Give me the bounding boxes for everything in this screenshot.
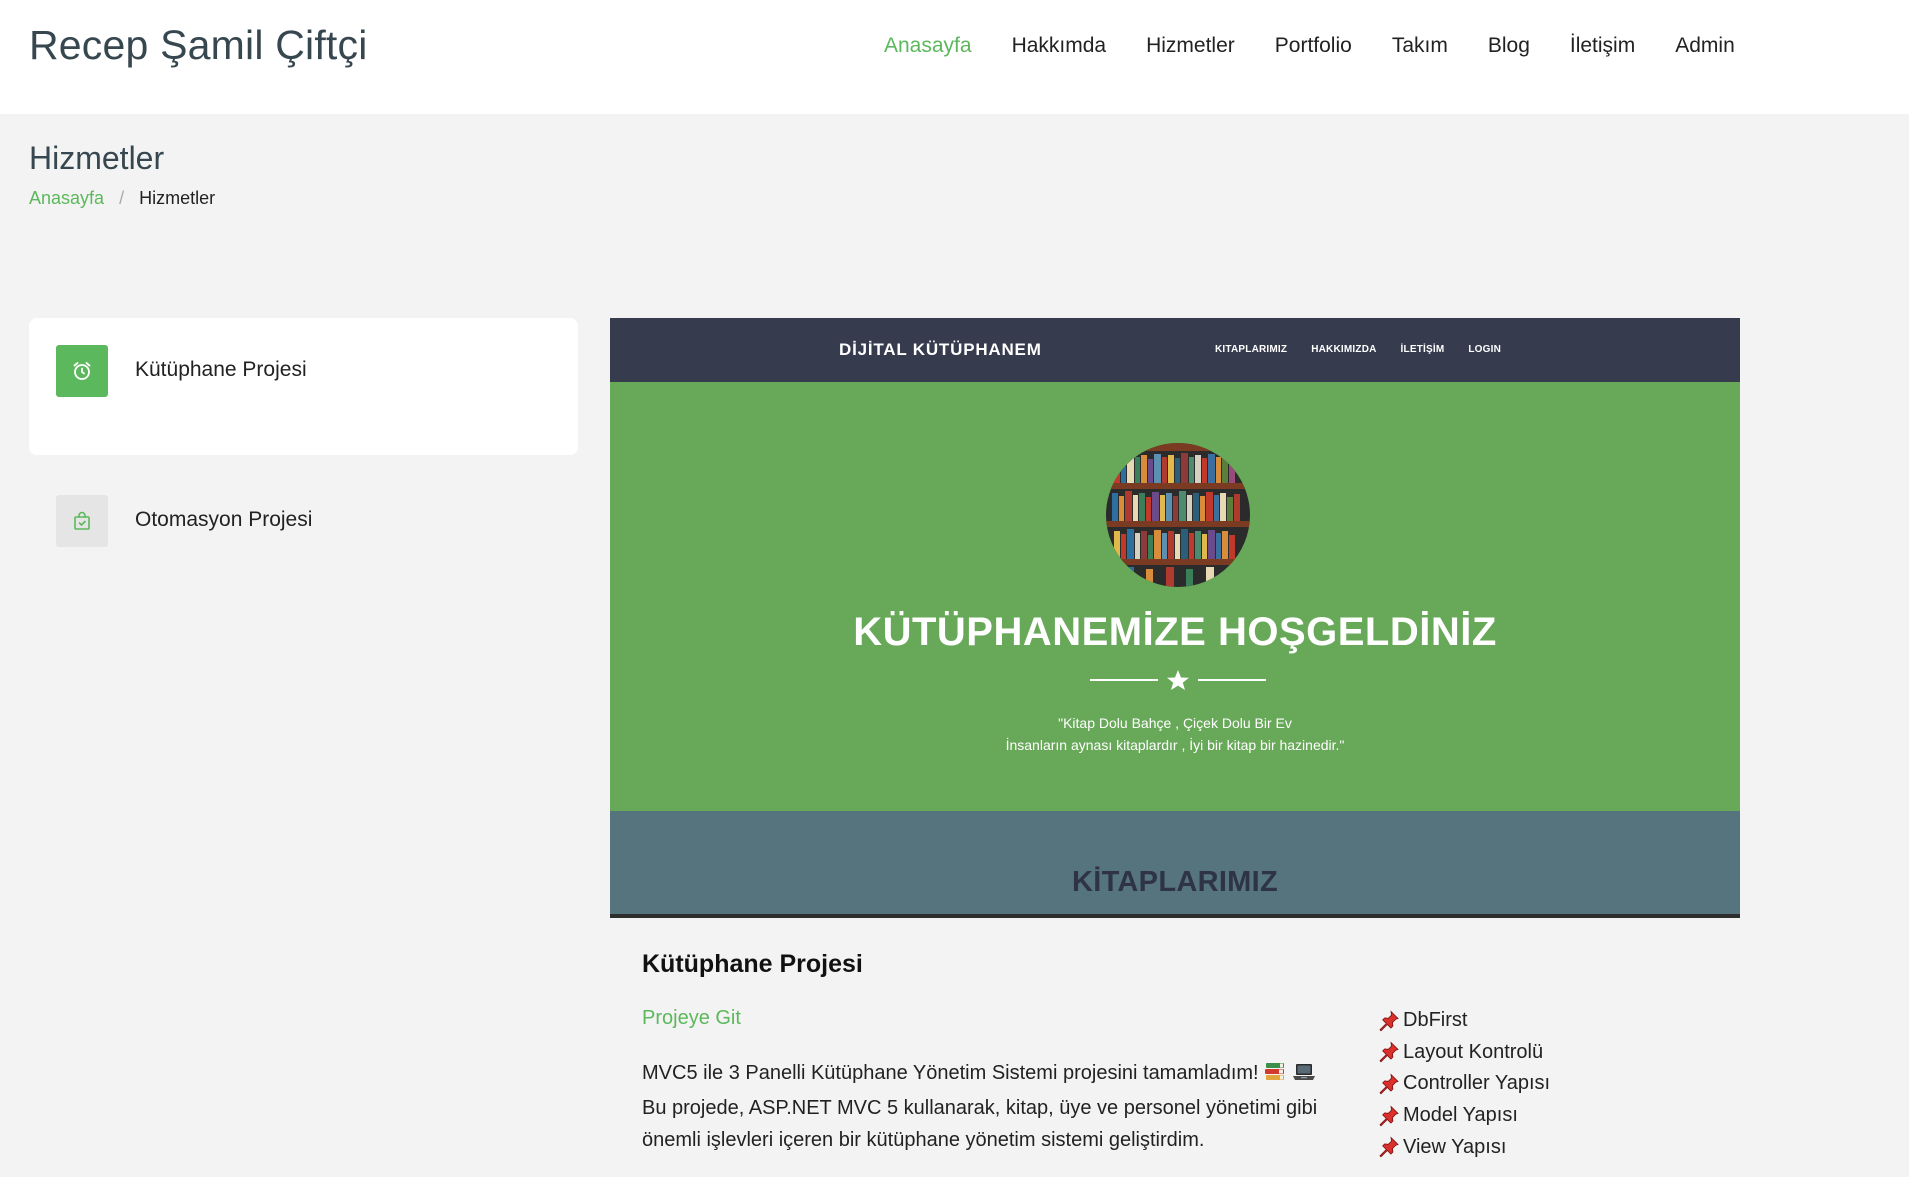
feature-label: View Yapısı [1403, 1135, 1507, 1158]
feature-item: View Yapısı [1375, 1131, 1550, 1163]
nav-item-takim[interactable]: Takım [1392, 34, 1448, 58]
breadcrumb-home-link[interactable]: Anasayfa [29, 188, 104, 209]
preview-quote-line: İnsanların aynası kitaplardır , İyi bir … [1005, 737, 1345, 753]
pushpin-icon [1379, 1073, 1399, 1095]
preview-menu-item: İLETİŞİM [1400, 344, 1445, 355]
feature-item: Model Yapısı [1375, 1100, 1550, 1132]
project-description-text: MVC5 ile 3 Panelli Kütüphane Yönetim Sis… [642, 1062, 1259, 1084]
preview-hero-title: KÜTÜPHANEMİZE HOŞGELDİNİZ [853, 610, 1497, 654]
laptop-icon [1292, 1060, 1316, 1092]
pushpin-icon [1379, 1104, 1399, 1126]
site-brand[interactable]: Recep Şamil Çiftçi [29, 22, 368, 69]
project-screenshot: DİJİTAL KÜTÜPHANEM KITAPLARIMIZ HAKKIMIZ… [610, 318, 1740, 918]
service-tab-kutuphane[interactable]: Kütüphane Projesi [29, 318, 578, 455]
main-nav: Anasayfa Hakkımda Hizmetler Portfolio Ta… [884, 34, 1735, 58]
bookshelf-image [1106, 443, 1250, 587]
pushpin-icon [1379, 1010, 1399, 1032]
service-tab-otomasyon[interactable]: Otomasyon Projesi [29, 468, 578, 605]
nav-item-admin[interactable]: Admin [1675, 34, 1735, 58]
pushpin-icon [1379, 1041, 1399, 1063]
site-header: Recep Şamil Çiftçi Anasayfa Hakkımda Hiz… [0, 0, 1909, 114]
pushpin-icon [1379, 1136, 1399, 1158]
preview-bottom-edge [610, 914, 1740, 918]
breadcrumb: Anasayfa / Hizmetler [29, 188, 215, 209]
star-divider-icon [1090, 670, 1266, 690]
preview-brand: DİJİTAL KÜTÜPHANEM [839, 340, 1042, 359]
feature-item: DbFirst [1375, 1005, 1550, 1037]
project-description-text: Bu projede, ASP.NET MVC 5 kullanarak, ki… [642, 1097, 1318, 1151]
preview-menu-item: LOGIN [1468, 344, 1502, 355]
feature-label: Controller Yapısı [1403, 1072, 1551, 1095]
nav-item-iletisim[interactable]: İletişim [1570, 34, 1635, 58]
feature-label: Model Yapısı [1403, 1104, 1518, 1127]
nav-item-hizmetler[interactable]: Hizmetler [1146, 34, 1235, 58]
page-title: Hizmetler [29, 140, 165, 176]
preview-menu-item: KITAPLARIMIZ [1215, 344, 1288, 355]
feature-item: Layout Kontrolü [1375, 1037, 1550, 1069]
project-title: Kütüphane Projesi [642, 950, 863, 978]
feature-label: DbFirst [1403, 1009, 1468, 1032]
service-tab-label: Kütüphane Projesi [135, 358, 307, 381]
breadcrumb-separator: / [119, 188, 125, 208]
preview-quote-line: "Kitap Dolu Bahçe , Çiçek Dolu Bir Ev [1058, 715, 1292, 731]
preview-menu-item: HAKKIMIZDA [1311, 344, 1377, 355]
project-description: MVC5 ile 3 Panelli Kütüphane Yönetim Sis… [642, 1057, 1342, 1156]
preview-quote: "Kitap Dolu Bahçe , Çiçek Dolu Bir Ev İn… [610, 712, 1740, 756]
breadcrumb-current: Hizmetler [139, 188, 216, 208]
preview-section-title: KİTAPLARIMIZ [1071, 866, 1279, 898]
alarm-clock-icon [56, 345, 108, 397]
shopping-bag-check-icon [56, 495, 108, 547]
preview-navbar: DİJİTAL KÜTÜPHANEM KITAPLARIMIZ HAKKIMIZ… [610, 318, 1740, 382]
nav-item-blog[interactable]: Blog [1488, 34, 1530, 58]
nav-item-anasayfa[interactable]: Anasayfa [884, 34, 972, 58]
feature-list: DbFirst Layout Kontrolü Controller Yapıs… [1375, 1005, 1550, 1163]
preview-menu: KITAPLARIMIZ HAKKIMIZDA İLETİŞİM LOGIN [1215, 344, 1525, 355]
service-tab-label: Otomasyon Projesi [135, 508, 313, 531]
preview-books-section: KİTAPLARIMIZ [610, 811, 1740, 918]
preview-hero: KÜTÜPHANEMİZE HOŞGELDİNİZ "Kitap Dolu Ba… [610, 382, 1740, 811]
books-icon [1264, 1060, 1286, 1092]
project-link[interactable]: Projeye Git [642, 1007, 741, 1030]
nav-item-hakkimda[interactable]: Hakkımda [1012, 34, 1107, 58]
nav-item-portfolio[interactable]: Portfolio [1275, 34, 1352, 58]
feature-item: Controller Yapısı [1375, 1068, 1550, 1100]
feature-label: Layout Kontrolü [1403, 1040, 1544, 1063]
